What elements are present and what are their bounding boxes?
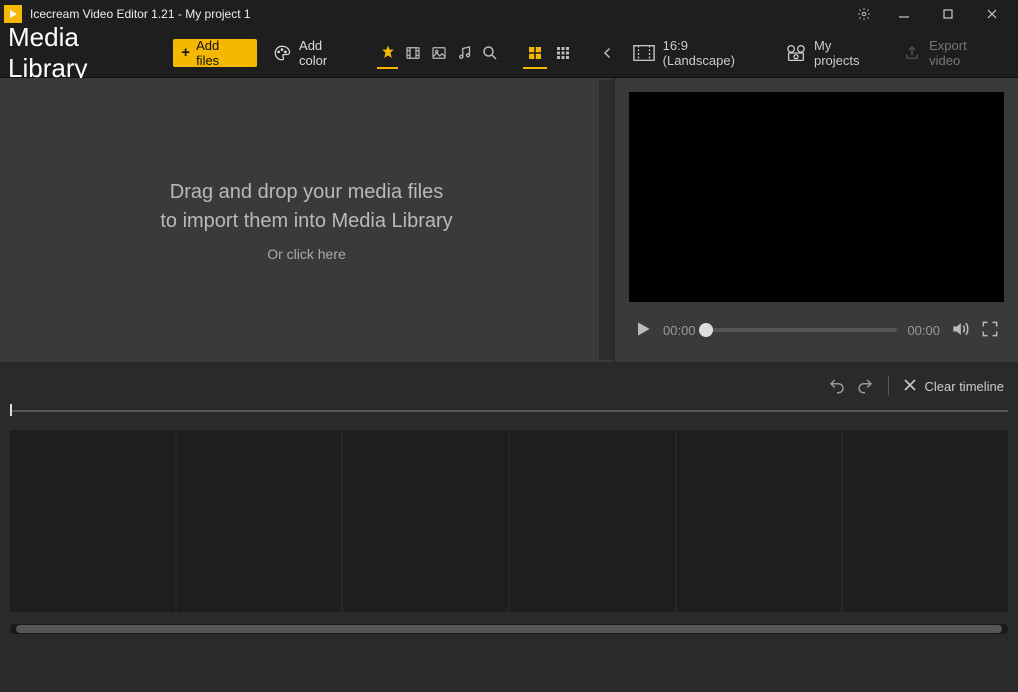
add-files-button[interactable]: + Add files [173,39,257,67]
filter-all-icon[interactable] [375,33,401,73]
drop-hint-sub: Or click here [267,246,346,262]
preview-panel: 00:00 00:00 [613,78,1018,362]
or-text: Or [267,246,286,262]
clip-slot[interactable] [10,430,175,612]
add-color-button[interactable]: Add color [273,38,353,68]
close-button[interactable] [970,0,1014,28]
aspect-ratio-icon [633,44,655,62]
clip-slot[interactable] [843,430,1008,612]
fullscreen-button[interactable] [980,319,1000,342]
filter-video-icon[interactable] [400,33,426,73]
app-icon [4,5,22,23]
filter-audio-icon[interactable] [452,33,478,73]
drop-hint-line2: to import them into Media Library [160,207,452,236]
library-scrollbar[interactable] [599,80,613,360]
my-projects-label: My projects [814,38,879,68]
view-large-grid-icon[interactable] [521,33,549,73]
redo-button[interactable] [856,377,874,395]
seek-thumb[interactable] [699,323,713,337]
separator [888,376,889,396]
video-preview [629,92,1004,302]
add-files-label: Add files [196,38,245,68]
clip-slot[interactable] [677,430,842,612]
timeline-scrollbar-thumb[interactable] [16,625,1002,633]
timeline-scrollbar[interactable] [10,624,1008,634]
export-video-button[interactable]: Export video [903,38,1000,68]
palette-icon [273,44,291,62]
main-area: Drag and drop your media files to import… [0,78,1018,362]
timeline-ruler[interactable] [10,410,1008,430]
main-toolbar: Media Library + Add files Add color [0,28,1018,78]
media-library-title: Media Library [6,22,173,84]
player-controls: 00:00 00:00 [629,302,1004,358]
filter-image-icon[interactable] [426,33,452,73]
media-library-dropzone[interactable]: Drag and drop your media files to import… [0,78,613,362]
close-icon [903,378,917,395]
timeline-tracks[interactable] [10,430,1008,612]
drop-hint: Drag and drop your media files to import… [160,178,452,236]
current-time: 00:00 [663,323,696,338]
aspect-ratio-label: 16:9 (Landscape) [663,38,762,68]
window-title: Icecream Video Editor 1.21 - My project … [30,7,251,21]
timeline [0,410,1018,644]
clip-slot[interactable] [510,430,675,612]
export-icon [903,44,921,62]
projects-icon [786,44,806,62]
drop-hint-line1: Drag and drop your media files [160,178,452,207]
collapse-panel-icon[interactable] [595,33,621,73]
playhead-marker[interactable] [10,404,12,416]
view-small-grid-icon[interactable] [549,33,577,73]
undo-button[interactable] [828,377,846,395]
clear-timeline-label: Clear timeline [925,379,1004,394]
my-projects-button[interactable]: My projects [786,38,879,68]
timeline-toolbar: Clear timeline [0,362,1018,410]
volume-button[interactable] [950,319,970,342]
aspect-ratio-button[interactable]: 16:9 (Landscape) [633,38,762,68]
clip-slot[interactable] [177,430,342,612]
seek-slider[interactable] [706,328,898,332]
duration-time: 00:00 [907,323,940,338]
settings-button[interactable] [846,0,882,28]
add-color-label: Add color [299,38,353,68]
click-here-link[interactable]: click here [287,246,346,262]
export-video-label: Export video [929,38,1000,68]
clip-slot[interactable] [343,430,508,612]
minimize-button[interactable] [882,0,926,28]
search-icon[interactable] [477,33,503,73]
maximize-button[interactable] [926,0,970,28]
plus-icon: + [181,44,190,61]
play-button[interactable] [633,319,653,342]
clear-timeline-button[interactable]: Clear timeline [903,378,1004,395]
